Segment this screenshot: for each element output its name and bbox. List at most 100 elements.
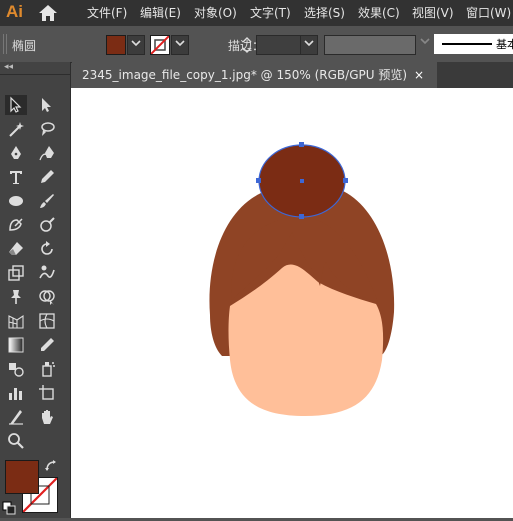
- fill-swatch[interactable]: [106, 35, 126, 55]
- curvature-tool[interactable]: [36, 143, 58, 163]
- selection-center-point: [300, 179, 304, 183]
- column-graph-tool[interactable]: [5, 383, 27, 403]
- eraser-tool[interactable]: [5, 239, 27, 259]
- zoom-icon: [8, 433, 24, 449]
- column-graph-icon: [9, 388, 22, 400]
- app-logo: Ai: [6, 2, 23, 21]
- close-icon[interactable]: ×: [414, 62, 424, 88]
- scale-tool[interactable]: [5, 263, 27, 283]
- curvature-pen-icon: [39, 146, 54, 161]
- blend-tool[interactable]: [5, 359, 27, 379]
- brush-definition[interactable]: 基本: [434, 34, 513, 54]
- pencil-tool[interactable]: [36, 167, 58, 187]
- eraser-icon: [9, 242, 23, 255]
- perspective-grid-icon: [8, 314, 24, 329]
- profile-dropdown[interactable]: [420, 37, 430, 48]
- hand-tool[interactable]: [36, 407, 58, 427]
- pen-icon: [11, 146, 21, 159]
- variable-width-profile[interactable]: [324, 35, 416, 55]
- magic-wand-tool[interactable]: [5, 119, 27, 139]
- hand-icon: [42, 410, 53, 424]
- divider: [0, 74, 70, 75]
- brush-label: 基本: [496, 38, 513, 51]
- stroke-weight-stepper[interactable]: [240, 35, 254, 55]
- blob-brush-tool[interactable]: [36, 215, 58, 235]
- lasso-tool[interactable]: [36, 119, 58, 139]
- slice-icon: [9, 410, 23, 425]
- rotate-icon: [41, 241, 53, 255]
- default-colors-icon[interactable]: [2, 501, 16, 515]
- lasso-icon: [41, 122, 55, 136]
- stroke-line-preview: [442, 43, 492, 45]
- direct-selection-tool[interactable]: [36, 95, 58, 115]
- mesh-icon: [39, 313, 55, 329]
- stepper-arrows-icon: [242, 37, 252, 53]
- document-tab-title: 2345_image_file_copy_1.jpg* @ 150% (RGB/…: [82, 68, 408, 82]
- ellipse-tool[interactable]: [5, 191, 27, 211]
- blob-brush-icon: [40, 217, 55, 232]
- stroke-dropdown[interactable]: [171, 35, 189, 55]
- paintbrush-tool[interactable]: [36, 191, 58, 211]
- document-tab-bar: 2345_image_file_copy_1.jpg* @ 150% (RGB/…: [72, 62, 513, 88]
- pin-icon: [11, 290, 21, 304]
- puppet-warp-tool[interactable]: [5, 287, 27, 307]
- warp-tool[interactable]: [36, 263, 58, 283]
- artwork: [209, 142, 395, 416]
- artboard-canvas[interactable]: [71, 88, 513, 518]
- none-stroke-icon: [150, 35, 170, 55]
- control-bar: 椭圆 描边： 基本: [0, 26, 513, 63]
- slice-tool[interactable]: [5, 407, 27, 427]
- fill-color-swatch[interactable]: [5, 460, 39, 494]
- stroke-weight-dropdown[interactable]: [300, 35, 318, 55]
- tab-document[interactable]: 2345_image_file_copy_1.jpg* @ 150% (RGB/…: [72, 62, 437, 88]
- type-tool[interactable]: [5, 167, 27, 187]
- selection-anchor[interactable]: [343, 178, 348, 183]
- paintbrush-icon: [40, 194, 54, 208]
- gradient-tool[interactable]: [5, 335, 27, 355]
- selection-anchor[interactable]: [256, 178, 261, 183]
- pen-tool[interactable]: [5, 143, 27, 163]
- menu-edit[interactable]: 编辑(E): [140, 4, 181, 21]
- zoom-tool[interactable]: [5, 431, 27, 451]
- ellipse-icon: [9, 196, 23, 206]
- pencil-icon: [41, 170, 54, 183]
- collapse-panel-icon[interactable]: ◂◂: [4, 62, 13, 72]
- artboard-icon: [39, 385, 54, 400]
- chevron-down-icon: [175, 40, 185, 47]
- home-icon[interactable]: [38, 4, 58, 22]
- chevron-down-icon: [420, 38, 430, 45]
- symbol-sprayer-icon: [42, 362, 55, 377]
- menu-view[interactable]: 视图(V): [412, 4, 454, 21]
- shape-builder-tool[interactable]: [36, 287, 58, 307]
- fill-dropdown[interactable]: [127, 35, 145, 55]
- menu-file[interactable]: 文件(F): [87, 4, 127, 21]
- type-icon: [10, 171, 22, 184]
- symbol-sprayer-tool[interactable]: [36, 359, 58, 379]
- shaper-tool[interactable]: [5, 215, 27, 235]
- menu-window[interactable]: 窗口(W): [466, 4, 511, 21]
- stroke-weight-field[interactable]: [256, 35, 302, 55]
- selection-anchor[interactable]: [299, 214, 304, 219]
- scale-icon: [8, 265, 24, 281]
- selection-tool[interactable]: [5, 95, 27, 115]
- eyedropper-tool[interactable]: [36, 335, 58, 355]
- gradient-icon: [8, 337, 24, 353]
- grip-icon: [3, 34, 7, 54]
- blend-icon: [9, 363, 24, 377]
- artboard-tool[interactable]: [36, 383, 58, 403]
- perspective-grid-tool[interactable]: [5, 311, 27, 331]
- eyedropper-icon: [41, 338, 54, 351]
- selection-arrow-icon: [10, 96, 22, 113]
- selection-anchor[interactable]: [299, 142, 304, 147]
- menu-select[interactable]: 选择(S): [304, 4, 345, 21]
- mesh-tool[interactable]: [36, 311, 58, 331]
- direct-selection-icon: [42, 98, 51, 112]
- magic-wand-icon: [9, 122, 24, 137]
- menu-effect[interactable]: 效果(C): [358, 4, 400, 21]
- swap-colors-icon[interactable]: [44, 459, 58, 473]
- rotate-tool[interactable]: [36, 239, 58, 259]
- stroke-swatch[interactable]: [150, 35, 170, 55]
- shaper-icon: [9, 218, 23, 231]
- menu-object[interactable]: 对象(O): [194, 4, 237, 21]
- menu-type[interactable]: 文字(T): [250, 4, 291, 21]
